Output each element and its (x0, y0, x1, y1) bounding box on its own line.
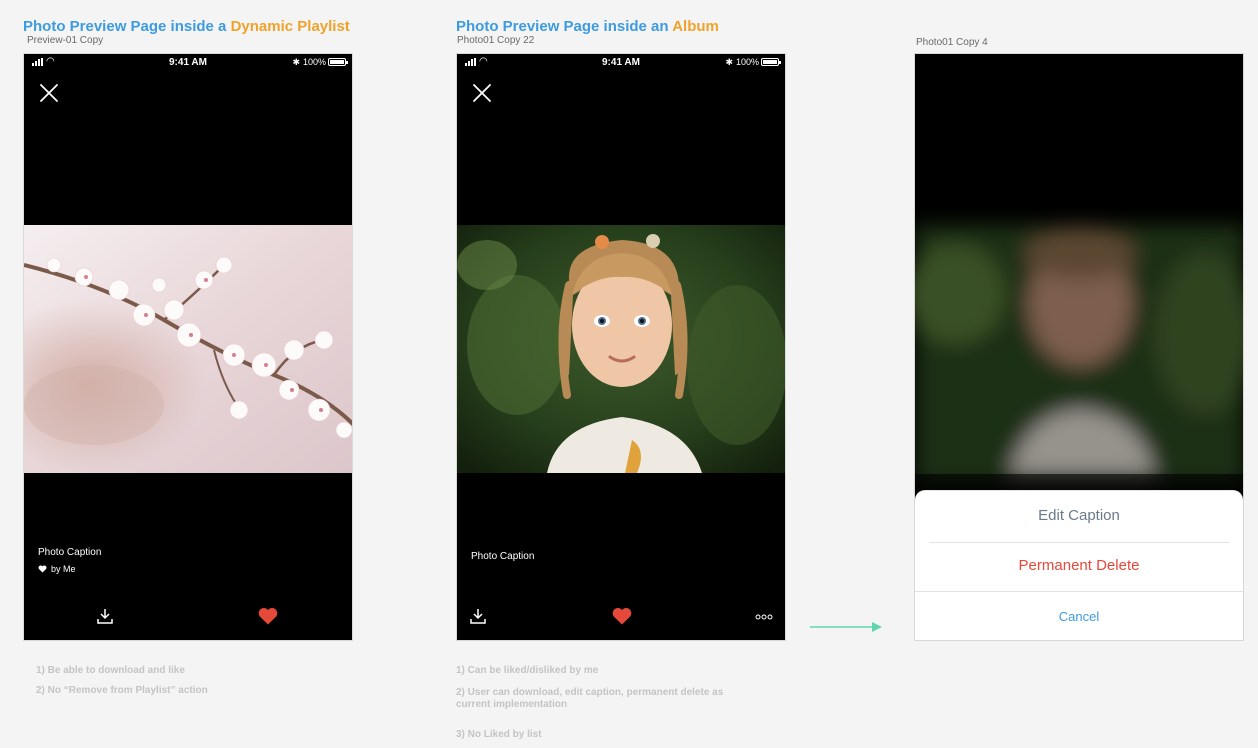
note-2: 2) User can download, edit caption, perm… (456, 687, 724, 710)
battery-icon (761, 58, 781, 66)
note-1: 1) Be able to download and like (36, 665, 185, 676)
heart-icon[interactable] (258, 607, 278, 625)
battery-icon (328, 58, 348, 66)
action-sheet: Edit Caption Permanent Delete Cancel (915, 490, 1243, 640)
bluetooth-icon: ✱ (725, 57, 733, 67)
note-2: 2) No “Remove from Playlist” action (36, 685, 208, 696)
phone-frame-album: ◠ 9:41 AM ✱ 100% Photo Caption (456, 53, 786, 641)
status-bar: ◠ 9:41 AM ✱ 100% (457, 54, 785, 74)
photo-cherry-blossom (24, 225, 352, 473)
title-prefix: Photo Preview Page inside a (23, 18, 231, 35)
phone-frame-action-sheet: Edit Caption Permanent Delete Cancel (914, 53, 1244, 641)
heart-small-icon (38, 565, 47, 573)
bluetooth-icon: ✱ (292, 57, 300, 67)
section-title-playlist: Photo Preview Page inside a Dynamic Play… (23, 18, 350, 35)
close-icon[interactable] (38, 82, 60, 104)
liked-by-row: by Me (38, 564, 76, 574)
cancel-button[interactable]: Cancel (915, 609, 1243, 624)
download-icon[interactable] (469, 607, 487, 625)
battery-percent: 100% (735, 57, 759, 67)
arrow-right-icon (810, 622, 882, 632)
permanent-delete-button[interactable]: Permanent Delete (915, 557, 1243, 574)
more-icon[interactable] (755, 614, 773, 620)
divider (915, 591, 1243, 592)
note-1: 1) Can be liked/disliked by me (456, 665, 599, 676)
battery-percent: 100% (302, 57, 326, 67)
close-icon[interactable] (471, 82, 493, 104)
title-prefix: Photo Preview Page inside an (456, 18, 673, 35)
note-3: 3) No Liked by list (456, 729, 542, 740)
artboard-label: Photo01 Copy 22 (457, 35, 535, 46)
title-accent: Dynamic Playlist (230, 18, 350, 35)
heart-icon[interactable] (612, 607, 632, 625)
artboard-label: Photo01 Copy 4 (916, 37, 988, 48)
photo-girl-portrait (457, 225, 785, 473)
artboard-label: Preview-01 Copy (27, 35, 104, 46)
download-icon[interactable] (96, 607, 114, 625)
phone-frame-playlist: ◠ 9:41 AM ✱ 100% Photo Caption by Me (23, 53, 353, 641)
photo-caption[interactable]: Photo Caption (38, 547, 101, 558)
divider (929, 542, 1229, 543)
photo-caption[interactable]: Photo Caption (471, 551, 534, 562)
title-accent: Album (672, 18, 719, 35)
status-bar: ◠ 9:41 AM ✱ 100% (24, 54, 352, 74)
section-title-album: Photo Preview Page inside an Album (456, 18, 719, 35)
liked-by-text: by Me (51, 564, 76, 574)
edit-caption-button[interactable]: Edit Caption (915, 507, 1243, 524)
